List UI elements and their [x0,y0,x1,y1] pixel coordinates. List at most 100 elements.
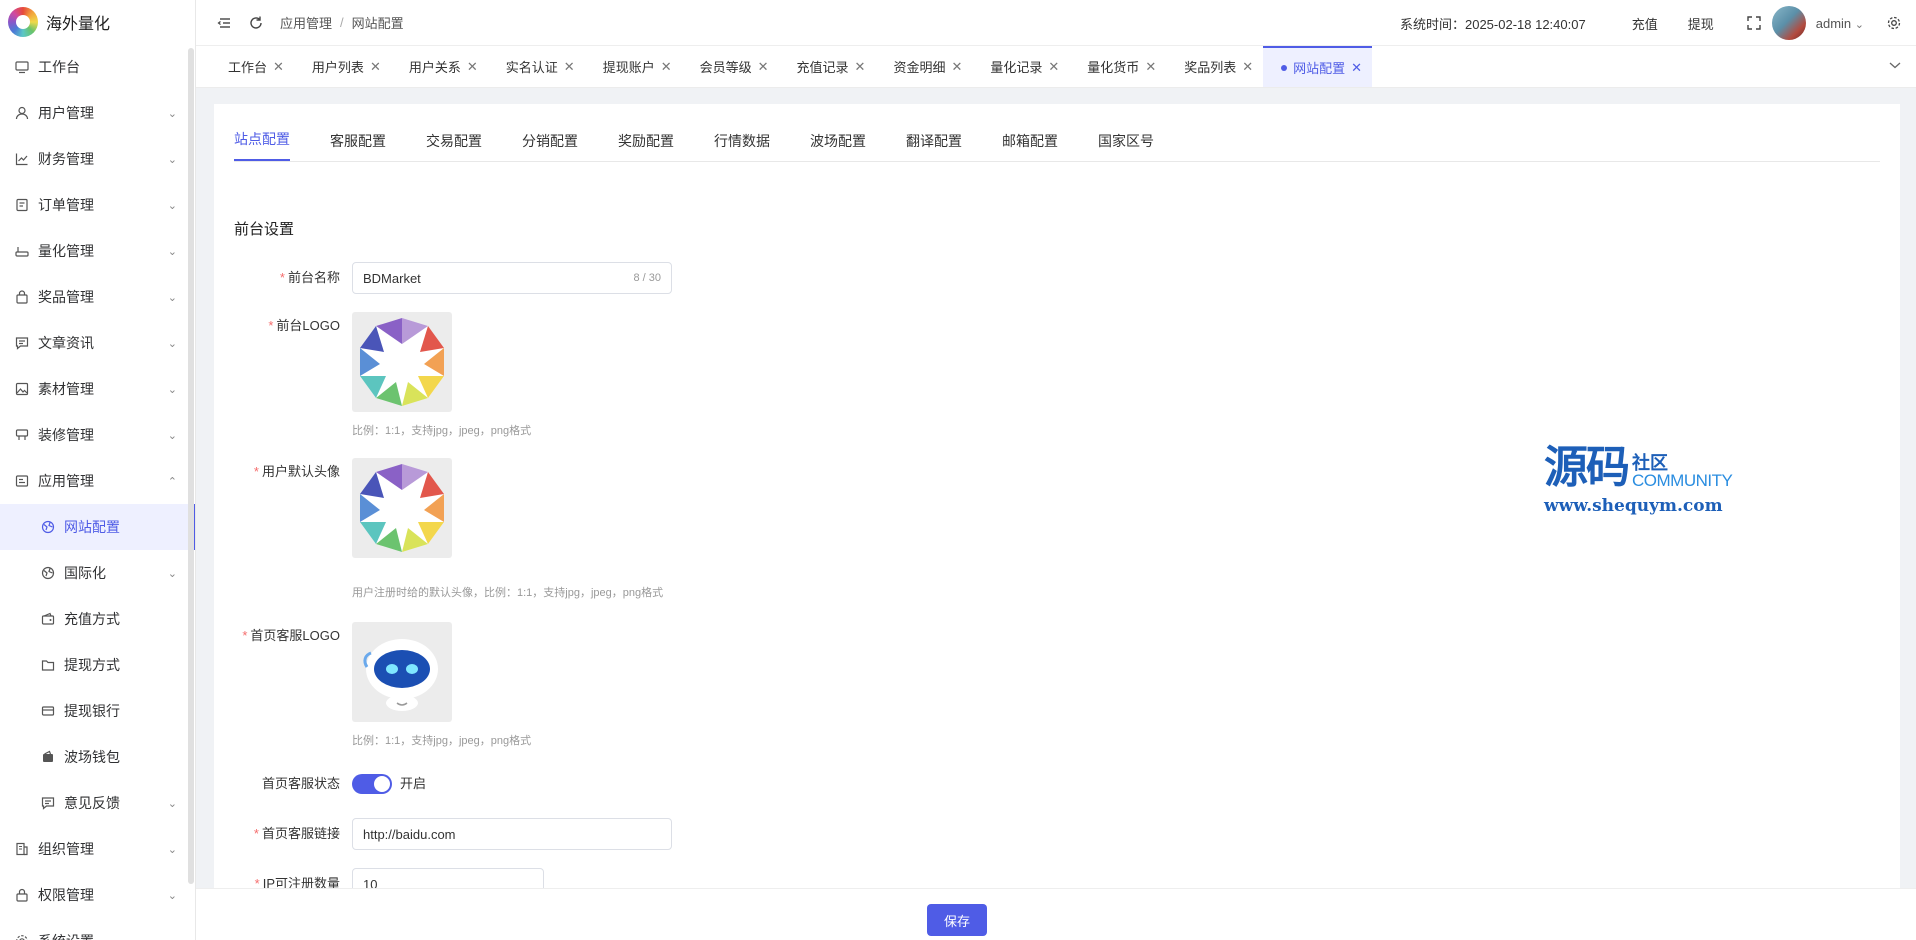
form-row-service-link: * 首页客服链接 http://baidu.com [234,818,672,850]
watermark-main: 源码 社区 COMMUNITY [1544,446,1754,490]
sidebar-item-withdraw-methods[interactable]: 提现方式 [0,642,195,688]
sidebar-item-website-config[interactable]: 网站配置 [0,504,195,550]
recharge-link[interactable]: 充值 [1632,14,1658,33]
tab-service-config[interactable]: 客服配置 [330,131,386,161]
tag-item[interactable]: 充值记录 ✕ [779,46,876,87]
close-icon[interactable]: ✕ [1242,59,1253,75]
menu-fold-icon[interactable] [214,13,234,33]
robot-image [363,639,438,711]
sidebar-item-label: 提现方式 [64,657,120,673]
sidebar-item-organization[interactable]: 组织管理 ⌄ [0,826,195,872]
app-logo[interactable]: 海外量化 [0,0,195,44]
site-name-input[interactable]: BDMarket 8 / 30 [352,262,672,294]
close-icon[interactable]: ✕ [758,59,769,75]
sidebar-item-decoration[interactable]: 装修管理 ⌄ [0,412,195,458]
tab-market-data[interactable]: 行情数据 [714,131,770,161]
default-avatar-image [360,464,444,552]
sidebar-item-permissions[interactable]: 权限管理 ⌄ [0,872,195,918]
input-value: BDMarket [363,270,421,286]
form-row-service-status: 首页客服状态 开启 [234,768,426,800]
sidebar-item-dashboard[interactable]: 工作台 [0,44,195,90]
tag-item[interactable]: 会员等级 ✕ [682,46,779,87]
fullscreen-icon[interactable] [1744,13,1764,33]
sidebar-item-recharge-methods[interactable]: 充值方式 [0,596,195,642]
tag-item[interactable]: 量化记录 ✕ [972,46,1069,87]
tag-label: 实名认证 [505,60,558,75]
sidebar-item-finance[interactable]: 财务管理 ⌄ [0,136,195,182]
sidebar-item-quant[interactable]: 量化管理 ⌄ [0,228,195,274]
sidebar-item-materials[interactable]: 素材管理 ⌄ [0,366,195,412]
tag-item[interactable]: 资金明细 ✕ [875,46,972,87]
chevron-down-icon: ⌄ [168,935,177,940]
sidebar-item-orders[interactable]: 订单管理 ⌄ [0,182,195,228]
tag-item[interactable]: 用户列表 ✕ [294,46,391,87]
chevron-down-icon: ⌄ [167,797,177,810]
close-icon[interactable]: ✕ [1145,59,1156,75]
sidebar-item-prizes[interactable]: 奖品管理 ⌄ [0,274,195,320]
sidebar-item-label: 财务管理 [38,151,94,167]
avatar-upload[interactable] [352,458,452,558]
form-label: * 首页客服链接 [234,818,352,850]
service-link-input[interactable]: http://baidu.com [352,818,672,850]
website-icon [40,519,56,535]
tag-item[interactable]: 工作台 ✕ [210,46,294,87]
globe-icon [40,565,56,581]
breadcrumb-item[interactable]: 应用管理 [280,13,332,32]
avatar-hint: 用户注册时给的默认头像，比例：1:1，支持jpg，jpeg，png格式 [352,587,664,599]
save-button[interactable]: 保存 [927,904,987,936]
message-icon [14,335,30,351]
tag-item[interactable]: 量化货币 ✕ [1069,46,1166,87]
service-logo-upload[interactable] [352,622,452,722]
tag-item[interactable]: 用户关系 ✕ [391,46,488,87]
close-icon[interactable]: ✕ [951,59,962,75]
refresh-icon[interactable] [246,13,266,33]
breadcrumb-item-current: 网站配置 [351,16,404,31]
tab-trade-config[interactable]: 交易配置 [426,131,482,161]
user-menu[interactable]: admin ⌄ [1816,16,1864,31]
close-icon[interactable]: ✕ [273,59,284,75]
sidebar-item-withdraw-banks[interactable]: 提现银行 [0,688,195,734]
sidebar-scrollbar[interactable] [188,48,194,884]
tab-reward-config[interactable]: 奖励配置 [618,131,674,161]
sidebar-item-articles[interactable]: 文章资讯 ⌄ [0,320,195,366]
close-icon[interactable]: ✕ [661,59,672,75]
withdraw-link[interactable]: 提现 [1688,14,1714,33]
sidebar-item-apps[interactable]: 应用管理 ⌃ [0,458,195,504]
content-scrollbar[interactable] [1886,104,1894,890]
tab-site-config[interactable]: 站点配置 [234,129,290,161]
tab-email-config[interactable]: 邮箱配置 [1002,131,1058,161]
sidebar-item-label: 应用管理 [38,473,94,489]
tab-tron-config[interactable]: 波场配置 [810,131,866,161]
tag-item[interactable]: 实名认证 ✕ [488,46,585,87]
setting-icon [14,933,30,940]
tag-label: 工作台 [228,60,268,75]
close-icon[interactable]: ✕ [370,59,381,75]
close-icon[interactable]: ✕ [1351,60,1362,76]
close-icon[interactable]: ✕ [467,59,478,75]
sidebar-item-label: 国际化 [64,565,106,581]
close-icon[interactable]: ✕ [1048,59,1059,75]
sidebar-item-system-settings[interactable]: 系统设置 ⌄ [0,918,195,940]
sidebar-item-tron-wallet[interactable]: 波场钱包 [0,734,195,780]
close-icon[interactable]: ✕ [855,59,866,75]
tag-item[interactable]: 提现账户 ✕ [585,46,682,87]
tag-label: 用户关系 [408,60,461,75]
active-dot-icon [1281,64,1288,71]
service-status-toggle[interactable] [352,774,392,794]
avatar[interactable] [1771,6,1806,40]
tab-distribution-config[interactable]: 分销配置 [522,131,578,161]
required-mark: * [253,464,259,479]
sidebar-item-users[interactable]: 用户管理 ⌄ [0,90,195,136]
toggle-text: 开启 [400,776,427,791]
chevron-down-icon[interactable] [1888,58,1902,75]
tab-country-code[interactable]: 国家区号 [1098,131,1154,161]
tag-item-active[interactable]: 网站配置 ✕ [1263,46,1373,87]
sidebar-item-feedback[interactable]: 意见反馈 ⌄ [0,780,195,826]
logo-upload[interactable] [352,312,452,412]
ip-limit-input[interactable]: 10 [352,868,544,890]
settings-gear-icon[interactable] [1884,13,1904,33]
tag-item[interactable]: 奖品列表 ✕ [1166,46,1263,87]
tab-translate-config[interactable]: 翻译配置 [906,131,962,161]
sidebar-item-i18n[interactable]: 国际化 ⌄ [0,550,195,596]
close-icon[interactable]: ✕ [564,59,575,75]
